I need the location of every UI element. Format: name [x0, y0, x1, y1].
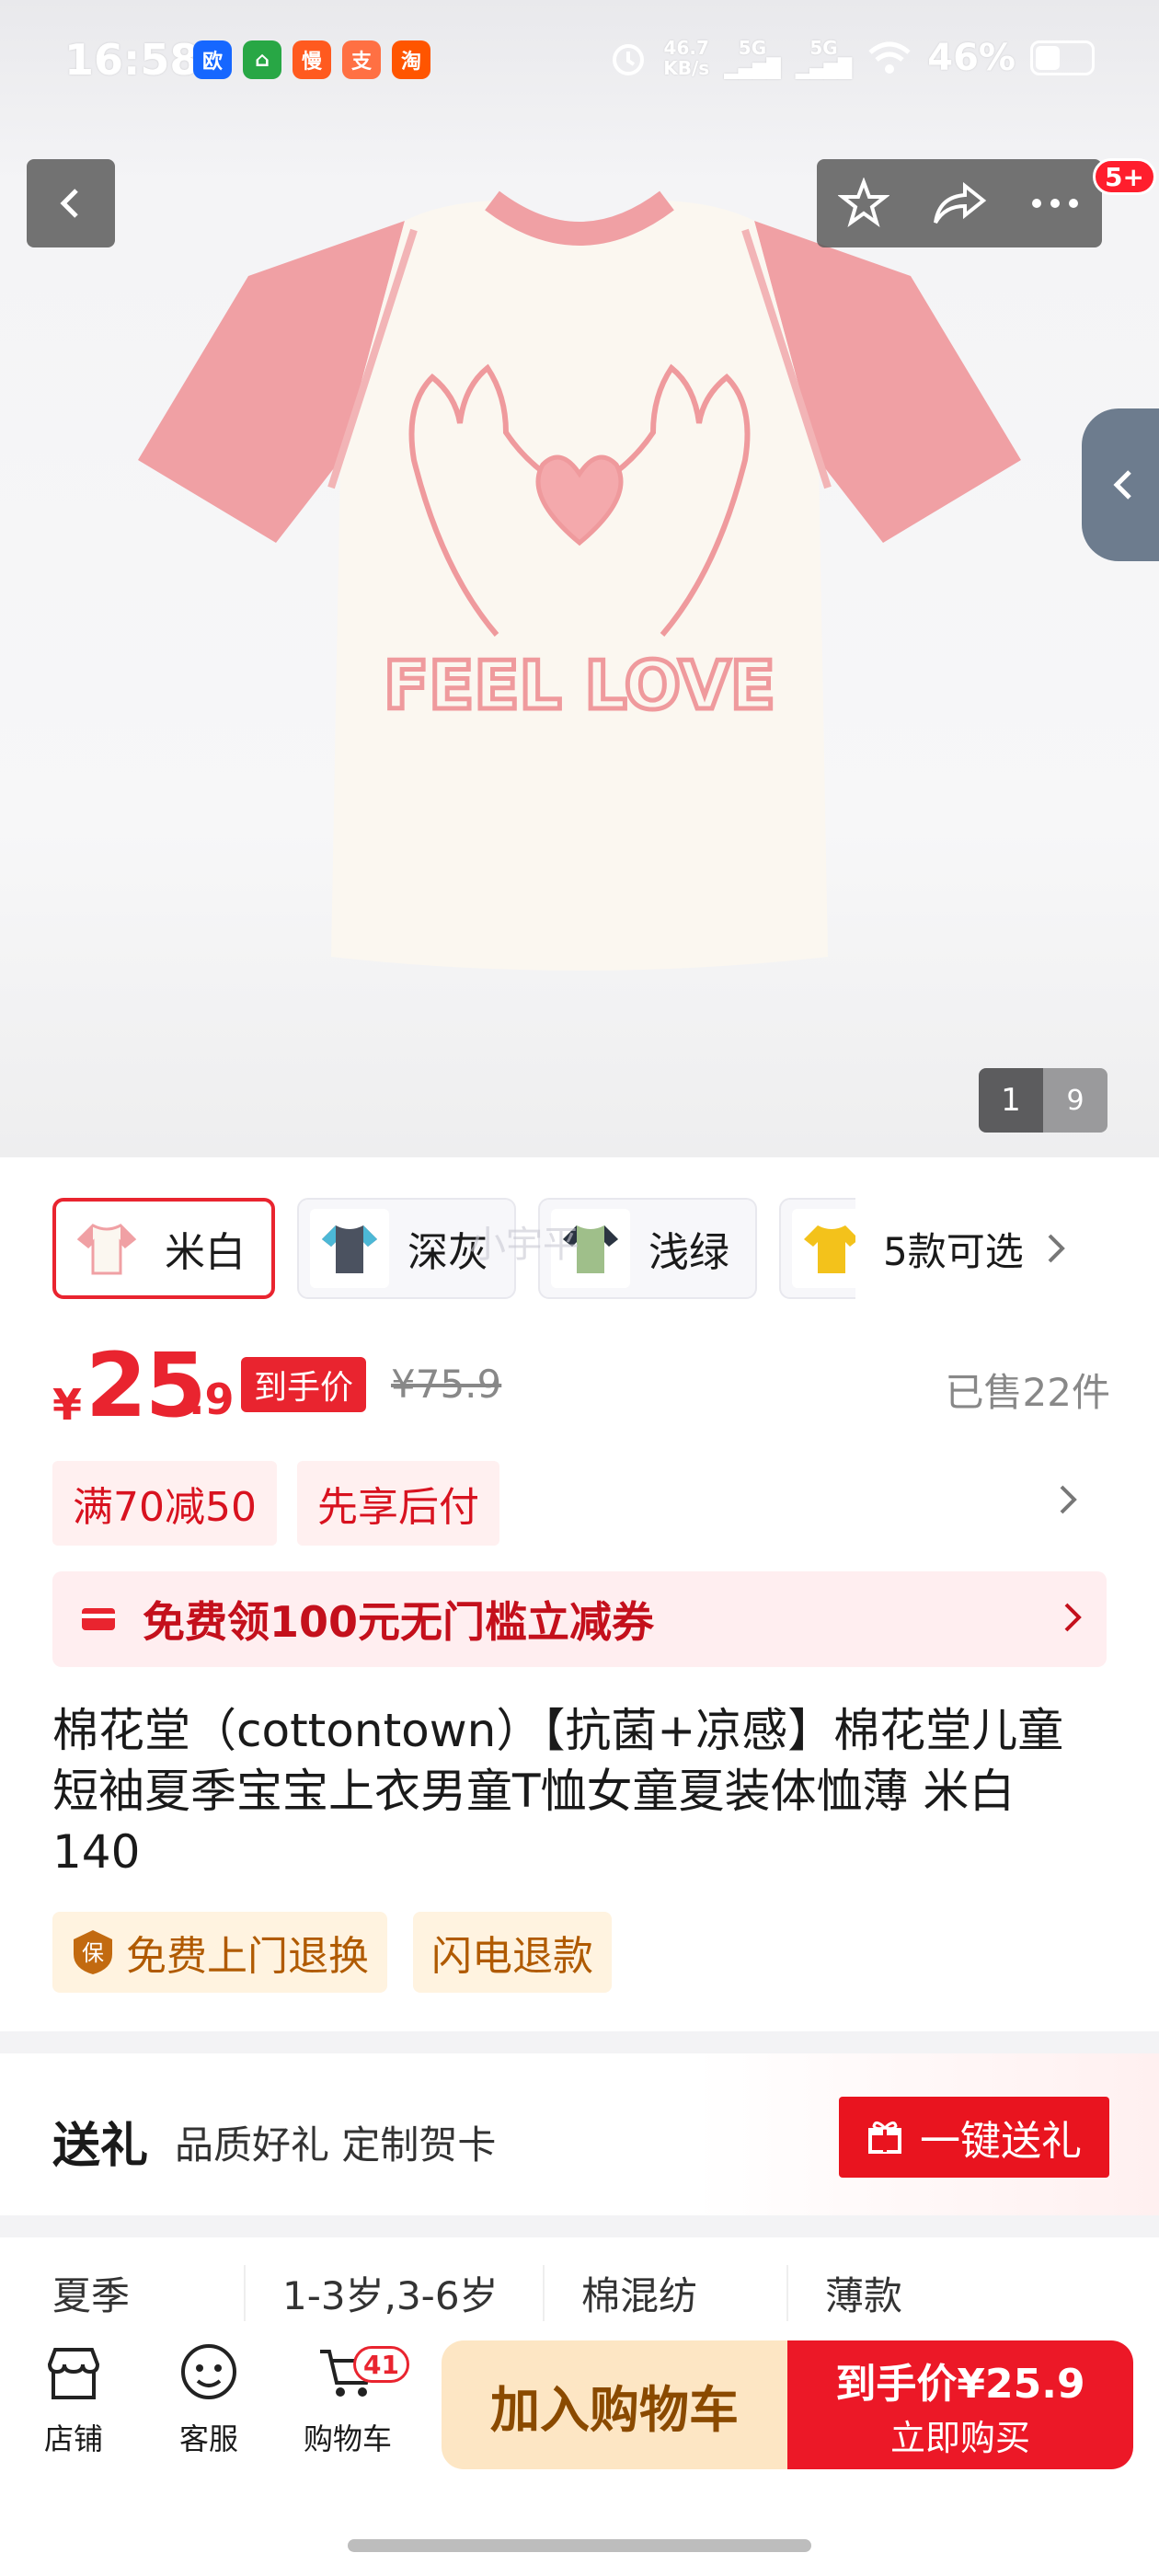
status-app-icon: 支 — [342, 40, 381, 79]
image-counter-total: 9 — [1043, 1068, 1107, 1133]
battery-percent: 46% — [927, 37, 1016, 79]
chevron-left-icon — [60, 189, 78, 218]
price-decimal: .9 — [189, 1374, 235, 1424]
sku-thumbnail — [67, 1209, 146, 1288]
service-label: 闪电退款 — [431, 1933, 593, 1980]
back-button[interactable] — [27, 159, 115, 247]
smile-chat-icon — [181, 2344, 236, 2399]
status-app-icon: 欧 — [193, 40, 232, 79]
net-speed: 46.7 KB/s — [663, 37, 710, 79]
coupon-label: 免费领100元无门槛立减券 — [143, 1597, 655, 1647]
cart-count-badge: 41 — [353, 2346, 409, 2383]
sku-label: 浅绿 — [648, 1229, 729, 1276]
gift-icon — [868, 2122, 901, 2154]
original-price: ¥75.9 — [391, 1362, 502, 1407]
star-icon[interactable] — [838, 178, 889, 229]
add-to-cart-button[interactable]: 加入购物车 — [442, 2340, 787, 2469]
status-indicators: 46.7 KB/s 5G ▂▄▆█ 5G ▂▄▆█ 46% — [608, 37, 1095, 79]
shirt-print-text: FEEL LOVE — [384, 647, 775, 724]
service-badges: 保 免费上门退换 闪电退款 — [52, 1912, 612, 1993]
signal-icon: 5G ▂▄▆█ — [795, 37, 853, 79]
bottom-action-bar: 店铺 客服 购物车 41 加入购物车 到手价¥25.9 立即购买 — [0, 2328, 1159, 2493]
price-section: ¥ 25 .9 到手价 ¥75.9 已售22件 — [52, 1334, 1110, 1437]
status-app-icon: ⌂ — [243, 40, 281, 79]
store-icon — [47, 2348, 100, 2399]
sold-count: 已售22件 — [945, 1370, 1110, 1415]
svg-text:保: 保 — [82, 1940, 104, 1966]
sku-thumbnail — [310, 1209, 389, 1288]
final-price-tag: 到手价 — [241, 1357, 367, 1412]
more-icon[interactable] — [1029, 194, 1081, 213]
battery-icon — [1030, 40, 1095, 75]
attribute-value: 夏季 — [52, 2272, 131, 2318]
attribute-value: 薄款 — [786, 2264, 902, 2321]
chevron-left-icon — [1113, 470, 1131, 500]
sku-label: 米白 — [165, 1229, 246, 1276]
attribute-value: 1-3岁,3-6岁 — [244, 2264, 543, 2321]
chevron-right-icon — [1048, 1234, 1065, 1263]
message-badge: 5+ — [1093, 158, 1156, 195]
section-divider — [0, 2031, 1159, 2053]
signal-icon: 5G ▂▄▆█ — [724, 37, 781, 79]
sku-more-button[interactable]: 5款可选 — [855, 1198, 1122, 1299]
buy-now-price: 到手价¥25.9 — [835, 2360, 1085, 2408]
tab-label: 购物车 — [303, 2421, 392, 2456]
status-app-icon: 慢 — [293, 40, 331, 79]
promo-row[interactable]: 满70减50 先享后付 — [52, 1461, 1110, 1546]
buy-now-label: 立即购买 — [889, 2417, 1030, 2458]
attribute-value: 棉混纺 — [543, 2264, 786, 2321]
product-gallery[interactable]: 16:58 欧 ⌂ 慢 支 淘 46.7 KB/s 5G ▂▄▆█ 5G ▂▄▆█ 4… — [0, 0, 1159, 1157]
price-integer: 25 — [86, 1334, 207, 1437]
home-indicator[interactable] — [348, 2539, 811, 2552]
tab-label: 客服 — [178, 2421, 238, 2456]
gift-section: 送礼 品质好礼 定制贺卡 一键送礼 — [0, 2053, 1159, 2215]
status-app-icons: 欧 ⌂ 慢 支 淘 — [193, 40, 430, 79]
send-gift-button[interactable]: 一键送礼 — [839, 2097, 1109, 2178]
price-currency: ¥ — [52, 1380, 83, 1430]
shield-icon: 保 — [74, 1930, 112, 1974]
tab-label: 店铺 — [43, 2421, 103, 2456]
buy-now-button[interactable]: 到手价¥25.9 立即购买 — [787, 2340, 1133, 2469]
side-drawer-tab[interactable] — [1082, 408, 1159, 561]
watermark: 小宇平 — [469, 1224, 580, 1266]
status-bar: 16:58 欧 ⌂ 慢 支 淘 46.7 KB/s 5G ▂▄▆█ 5G ▂▄▆█ 4… — [0, 0, 1159, 129]
alarm-icon — [613, 44, 645, 75]
sku-more-label: 5款可选 — [883, 1228, 1024, 1274]
gift-title: 送礼 — [52, 2119, 149, 2174]
sku-option[interactable]: 米白 — [52, 1198, 275, 1299]
image-counter: 1 9 — [979, 1068, 1107, 1133]
status-time: 16:58 — [64, 35, 200, 85]
chevron-right-icon[interactable] — [1058, 1483, 1078, 1516]
gift-subtitle: 品质好礼 定制贺卡 — [175, 2122, 497, 2168]
product-image: FEEL LOVE — [138, 184, 1021, 994]
send-gift-label: 一键送礼 — [920, 2118, 1082, 2165]
coupon-banner[interactable]: 免费领100元无门槛立减券 — [52, 1571, 1107, 1667]
status-app-icon: 淘 — [392, 40, 430, 79]
promo-badge[interactable]: 先享后付 — [296, 1461, 499, 1546]
chevron-right-icon — [1064, 1603, 1082, 1632]
tab-customer-service[interactable]: 客服 — [154, 2340, 264, 2458]
coupon-card-icon — [82, 1608, 115, 1630]
image-counter-current: 1 — [979, 1068, 1043, 1133]
share-icon[interactable] — [932, 180, 987, 226]
section-divider — [0, 2215, 1159, 2237]
nav-actions — [817, 159, 1102, 247]
service-label: 免费上门退换 — [126, 1933, 369, 1980]
tab-store[interactable]: 店铺 — [18, 2340, 129, 2458]
product-title: 棉花堂（cottontown）【抗菌+凉感】棉花堂儿童短袖夏季宝宝上衣男童T恤女… — [52, 1704, 1064, 1879]
service-badge[interactable]: 闪电退款 — [413, 1912, 612, 1993]
promo-badge[interactable]: 满70减50 — [52, 1461, 277, 1546]
service-badge[interactable]: 保 免费上门退换 — [52, 1912, 387, 1993]
wifi-icon — [868, 41, 911, 74]
